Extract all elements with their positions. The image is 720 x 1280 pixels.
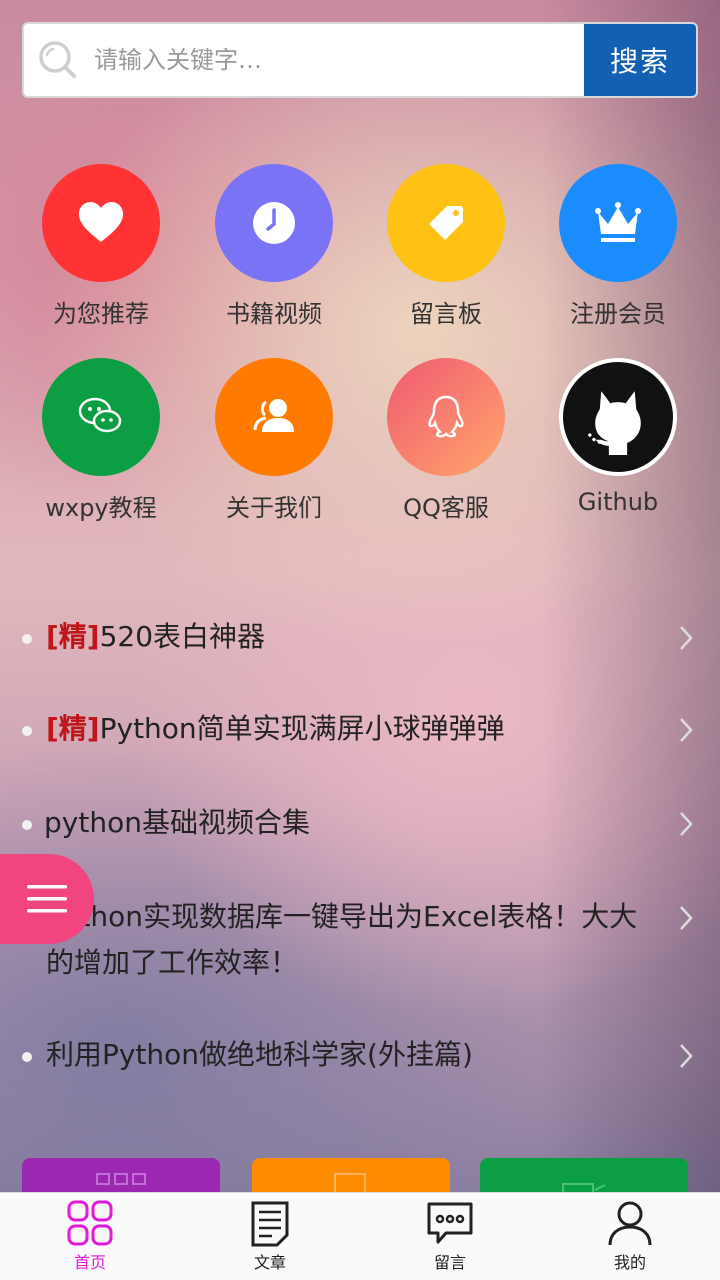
article-title-text: python基础视频合集 — [44, 806, 310, 839]
grid-item-recommend[interactable]: 为您推荐 — [15, 164, 187, 329]
bullet-dot — [22, 1052, 32, 1062]
search-button[interactable]: 搜索 — [584, 24, 696, 96]
bullet-dot — [22, 634, 32, 644]
article-title-text: Python简单实现满屏小球弹弹弹 — [99, 712, 505, 745]
list-item[interactable]: 利用Python做绝地科学家(外挂篇) — [0, 1006, 720, 1100]
grid-item-qq-service[interactable]: QQ客服 — [360, 358, 532, 523]
chevron-right-icon — [680, 718, 693, 742]
grid-item-label: wxpy教程 — [45, 494, 157, 522]
bullet-dot — [22, 726, 32, 736]
article-title: [精]520表白神器 — [46, 614, 640, 660]
chat-icon — [427, 1202, 473, 1244]
document-icon — [251, 1201, 289, 1247]
floating-menu-button[interactable] — [0, 854, 94, 944]
tab-messages[interactable]: 留言 — [360, 1193, 540, 1280]
tab-mine[interactable]: 我的 — [540, 1193, 720, 1280]
tab-label: 首页 — [73, 1253, 106, 1272]
bottom-tab-bar: 首页 文章 留言 我的 — [0, 1192, 720, 1280]
featured-tag: [精] — [46, 620, 100, 653]
user-icon — [608, 1201, 652, 1246]
list-item[interactable]: Python实现数据库一键导出为Excel表格！大大的增加了工作效率！ — [0, 868, 720, 1004]
grid-item-books-videos[interactable]: 书籍视频 — [188, 164, 360, 329]
heart-icon — [42, 164, 160, 282]
grid-item-wxpy[interactable]: wxpy教程 — [15, 358, 187, 523]
tab-label: 留言 — [433, 1253, 466, 1272]
tab-articles[interactable]: 文章 — [180, 1193, 360, 1280]
users-icon — [215, 358, 333, 476]
wechat-icon — [42, 358, 160, 476]
grid-item-label: Github — [577, 488, 659, 516]
list-item[interactable]: python基础视频合集 — [0, 774, 720, 868]
grid-item-label: 注册会员 — [570, 300, 666, 328]
article-title: python基础视频合集 — [44, 800, 640, 846]
featured-tag: [精] — [46, 712, 100, 745]
github-icon — [559, 358, 677, 476]
clock-icon — [215, 164, 333, 282]
grid-item-label: 书籍视频 — [226, 300, 322, 328]
grid-item-label: 关于我们 — [226, 494, 322, 522]
chevron-right-icon — [680, 626, 693, 650]
article-title: 利用Python做绝地科学家(外挂篇) — [46, 1032, 640, 1078]
grid-item-github[interactable]: Github — [532, 358, 704, 516]
bullet-dot — [22, 820, 32, 830]
article-title: [精]Python简单实现满屏小球弹弹弹 — [46, 706, 640, 752]
grid-item-about[interactable]: 关于我们 — [188, 358, 360, 523]
chevron-right-icon — [680, 812, 693, 836]
tab-label: 文章 — [253, 1253, 286, 1272]
search-icon — [36, 38, 80, 82]
tag-icon — [387, 164, 505, 282]
crown-icon — [559, 164, 677, 282]
home-grid-icon — [67, 1200, 113, 1246]
article-title-text: Python实现数据库一键导出为Excel表格！大大的增加了工作效率！ — [46, 900, 638, 979]
list-item[interactable]: [精]520表白神器 — [0, 588, 720, 682]
qq-icon — [387, 358, 505, 476]
article-title: Python实现数据库一键导出为Excel表格！大大的增加了工作效率！ — [46, 894, 640, 986]
search-input[interactable] — [80, 24, 584, 96]
article-title-text: 520表白神器 — [99, 620, 266, 653]
grid-item-register[interactable]: 注册会员 — [532, 164, 704, 329]
chevron-right-icon — [680, 906, 693, 930]
grid-item-label: 为您推荐 — [53, 300, 149, 328]
list-item[interactable]: [精]Python简单实现满屏小球弹弹弹 — [0, 680, 720, 774]
hamburger-menu-icon — [27, 885, 67, 913]
grid-item-label: 留言板 — [410, 300, 482, 328]
chevron-right-icon — [680, 1044, 693, 1068]
tab-home[interactable]: 首页 — [0, 1193, 180, 1280]
tab-label: 我的 — [613, 1253, 646, 1272]
article-title-text: 利用Python做绝地科学家(外挂篇) — [46, 1038, 473, 1071]
grid-item-label: QQ客服 — [403, 494, 489, 522]
search-bar: 搜索 — [22, 22, 698, 98]
grid-item-guestbook[interactable]: 留言板 — [360, 164, 532, 329]
